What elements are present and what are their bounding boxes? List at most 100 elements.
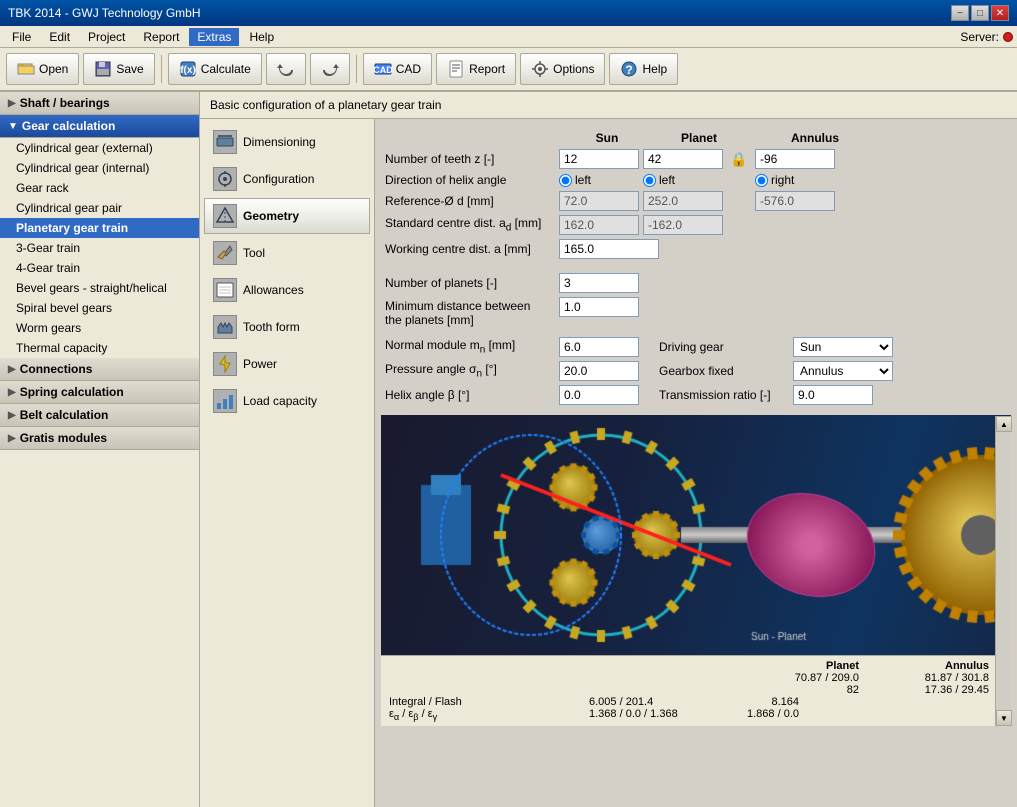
bottom-data-panel: Planet Annulus 70.87 / 209.0 81.87 / 301… [381,655,1011,726]
calculate-button[interactable]: f(x) Calculate [168,53,262,85]
teeth-annulus-input[interactable] [755,149,835,169]
num-planets-row: Number of planets [-] [385,273,1007,293]
transmission-ratio-input[interactable] [793,385,873,405]
sidebar-group-spring-header[interactable]: ▶ Spring calculation [0,381,199,404]
driving-gear-select[interactable]: Sun Planet Annulus [793,337,893,357]
nav-dimensioning[interactable]: Dimensioning [204,124,370,160]
scroll-down-button[interactable]: ▼ [996,710,1012,726]
open-icon [17,60,35,78]
sidebar-group-shaft-label: Shaft / bearings [20,96,110,110]
nav-load-capacity[interactable]: Load capacity [204,383,370,419]
maximize-button[interactable]: □ [971,5,989,21]
std-centre-planet-input[interactable] [643,215,723,235]
sidebar-item-planetary[interactable]: Planetary gear train [0,218,199,238]
sidebar-item-spiral-bevel[interactable]: Spiral bevel gears [0,298,199,318]
sidebar-item-cyl-ext[interactable]: Cylindrical gear (external) [0,138,199,158]
bottom-row-2: 82 17.36 / 29.45 [389,684,1003,696]
cad-button[interactable]: CAD CAD [363,53,432,85]
tooth-form-icon [213,315,237,339]
scroll-track[interactable] [996,432,1011,710]
ref-diam-planet-input[interactable] [643,191,723,211]
undo-button[interactable] [266,53,306,85]
options-icon [531,60,549,78]
vertical-scrollbar[interactable]: ▲ ▼ [995,416,1011,726]
col-header-planet: Planet [655,131,743,145]
report-button[interactable]: Report [436,53,516,85]
helix-planet-radio-group: left [643,173,723,187]
nav-tooth-form[interactable]: Tooth form [204,309,370,345]
redo-button[interactable] [310,53,350,85]
save-button[interactable]: Save [83,53,154,85]
close-button[interactable]: ✕ [991,5,1009,21]
min-dist-label: Minimum distance betweenthe planets [mm] [385,297,555,327]
nav-configuration[interactable]: Configuration [204,161,370,197]
scroll-up-button[interactable]: ▲ [996,416,1012,432]
power-icon [213,352,237,376]
helix-planet-left-radio[interactable] [643,174,656,187]
sidebar-item-4gear[interactable]: 4-Gear train [0,258,199,278]
sidebar-group-gratis-label: Gratis modules [20,431,107,445]
tool-icon [213,241,237,265]
svg-text:?: ? [626,63,633,77]
minimize-button[interactable]: − [951,5,969,21]
menu-help[interactable]: Help [241,28,282,46]
sidebar-item-worm-gears[interactable]: Worm gears [0,318,199,338]
nav-configuration-label: Configuration [243,172,314,186]
content-area: Basic configuration of a planetary gear … [200,92,1017,807]
nav-allowances[interactable]: Allowances [204,272,370,308]
bottom-r1-c1 [389,672,729,684]
menu-file[interactable]: File [4,28,39,46]
std-centre-row: Standard centre dist. ad [mm] [385,215,1007,235]
sidebar-group-shaft-header[interactable]: ▶ Shaft / bearings [0,92,199,115]
teeth-planet-input[interactable] [643,149,723,169]
lock-icon[interactable]: 🔒 [730,151,747,168]
gearbox-fixed-select[interactable]: Annulus Sun Planet [793,361,893,381]
sidebar-item-thermal[interactable]: Thermal capacity [0,338,199,358]
menu-extras[interactable]: Extras [189,28,239,46]
configuration-icon [213,167,237,191]
sidebar-item-gear-rack[interactable]: Gear rack [0,178,199,198]
dimensioning-icon [213,130,237,154]
ref-diam-annulus-input[interactable] [755,191,835,211]
helix-angle-input[interactable] [559,385,639,405]
pressure-angle-input[interactable] [559,361,639,381]
options-button[interactable]: Options [520,53,605,85]
helix-annulus-right-radio[interactable] [755,174,768,187]
toolbar-separator-1 [161,55,162,83]
num-planets-input[interactable] [559,273,639,293]
helix-sun-radio-group: left [559,173,639,187]
nav-tool[interactable]: Tool [204,235,370,271]
helix-sun-left-radio[interactable] [559,174,572,187]
sidebar-item-3gear[interactable]: 3-Gear train [0,238,199,258]
work-centre-input[interactable] [559,239,659,259]
sidebar-item-cyl-pair[interactable]: Cylindrical gear pair [0,198,199,218]
bottom-r2-c1 [389,684,729,696]
normal-module-input[interactable] [559,337,639,357]
sidebar-group-gear-header[interactable]: ▼ Gear calculation [0,115,199,138]
teeth-sun-input[interactable] [559,149,639,169]
sidebar-item-bevel-straight[interactable]: Bevel gears - straight/helical [0,278,199,298]
menu-report[interactable]: Report [135,28,187,46]
min-dist-input[interactable] [559,297,639,317]
helix-sun-left-label: left [575,173,591,187]
menu-edit[interactable]: Edit [41,28,78,46]
helix-annulus-radio-group: right [755,173,835,187]
help-button[interactable]: ? Help [609,53,678,85]
ref-diam-sun-input[interactable] [559,191,639,211]
sidebar-item-cyl-int[interactable]: Cylindrical gear (internal) [0,158,199,178]
bottom-r1-annulus: 81.87 / 301.8 [869,672,989,684]
open-button[interactable]: Open [6,53,79,85]
nav-geometry[interactable]: Geometry [204,198,370,234]
std-centre-sun-input[interactable] [559,215,639,235]
sidebar-group-gratis-header[interactable]: ▶ Gratis modules [0,427,199,450]
sidebar-group-belt: ▶ Belt calculation [0,404,199,427]
config-title-text: Basic configuration of a planetary gear … [210,98,441,112]
sidebar-group-connections-header[interactable]: ▶ Connections [0,358,199,381]
sidebar-arrow-shaft: ▶ [8,98,16,109]
menu-project[interactable]: Project [80,28,133,46]
load-capacity-icon [213,389,237,413]
gear-canvas [381,415,1011,655]
nav-power[interactable]: Power [204,346,370,382]
sidebar-group-belt-header[interactable]: ▶ Belt calculation [0,404,199,427]
bottom-row-4: εα / εβ / εγ 1.368 / 0.0 / 1.368 1.868 /… [389,708,1003,722]
